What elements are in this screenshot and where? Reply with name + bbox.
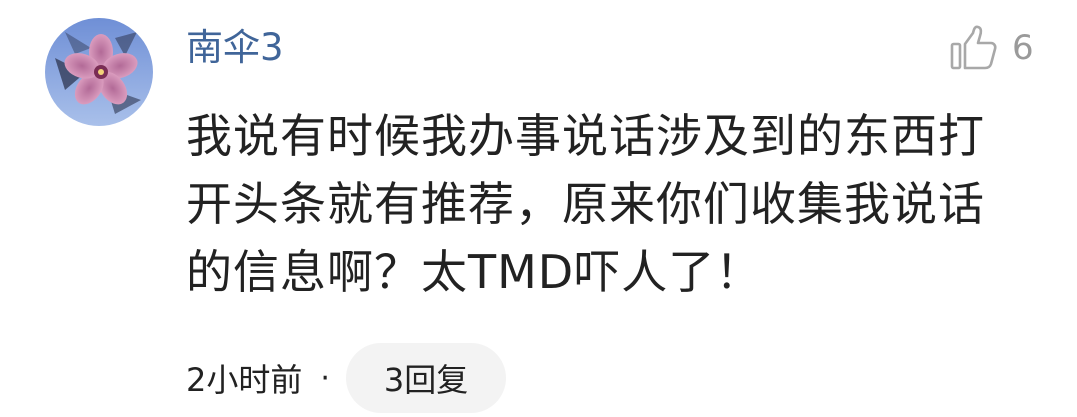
separator-dot: · <box>320 360 330 396</box>
like-button[interactable]: 6 <box>948 22 1034 74</box>
comment-item: 南伞3 6 我说有时候我办事说话涉及到的东西打开头条就有推荐，原来你们收集我说话… <box>0 0 1077 417</box>
comment-meta: 2小时前 · 3回复 <box>186 342 507 414</box>
like-count: 6 <box>1012 28 1034 68</box>
username[interactable]: 南伞3 <box>186 24 284 72</box>
reply-label: 3回复 <box>383 361 469 399</box>
avatar[interactable] <box>45 18 153 126</box>
comment-text: 我说有时候我办事说话涉及到的东西打开头条就有推荐，原来你们收集我说话的信息啊？太… <box>186 109 985 299</box>
reply-button[interactable]: 3回复 <box>345 343 507 413</box>
avatar-image <box>45 18 153 126</box>
timestamp: 2小时前 <box>186 361 303 399</box>
thumbs-up-icon <box>950 25 997 70</box>
